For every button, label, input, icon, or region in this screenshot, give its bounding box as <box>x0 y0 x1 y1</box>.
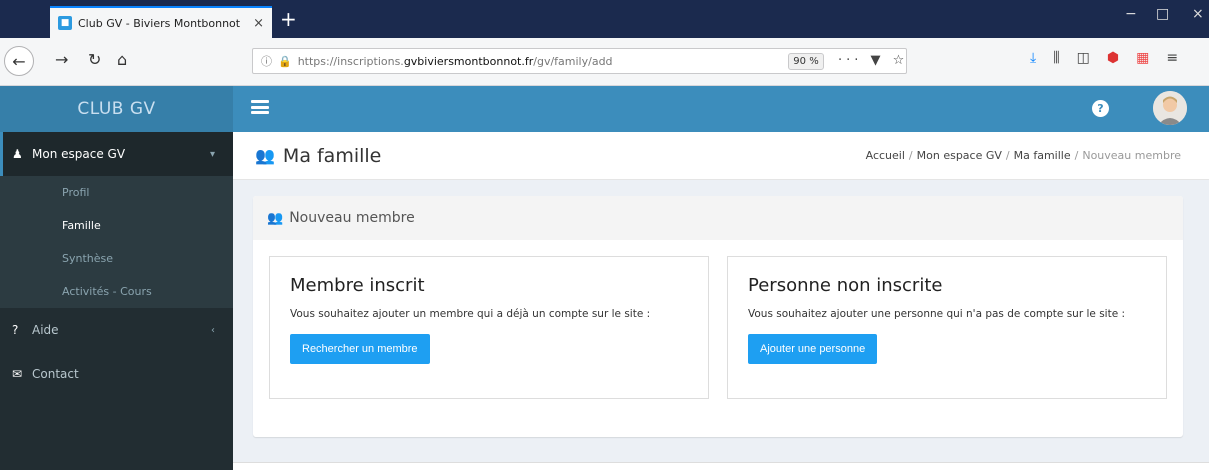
toolbar-icons: ⤓ ⫼ ◫ ⬢ ▦ ≡ <box>1030 50 1178 66</box>
url-bar[interactable]: ⓘ 🔒 https://inscriptions.gvbiviersmontbo… <box>252 48 907 74</box>
help-icon[interactable]: ? <box>1092 100 1109 117</box>
content-header: 👥 Ma famille Accueil / Mon espace GV / Ma fa… <box>233 132 1209 180</box>
box-title: Nouveau membre <box>289 210 415 226</box>
forward-arrow-icon[interactable]: → <box>55 50 68 69</box>
user-icon: ♟ <box>12 147 23 161</box>
close-tab-icon[interactable]: × <box>253 16 264 31</box>
lock-icon[interactable]: 🔒 <box>278 55 292 68</box>
browser-toolbar: ← → ↻ ⌂ ⓘ 🔒 https://inscriptions.gvbivie… <box>0 38 1209 86</box>
page-title-text: Ma famille <box>282 144 382 167</box>
users-icon: 👥 <box>267 210 284 226</box>
library-icon[interactable]: ⫼ <box>1053 50 1059 66</box>
breadcrumb-mon-espace[interactable]: Mon espace GV <box>917 149 1002 162</box>
hamburger-menu-icon[interactable] <box>251 100 269 114</box>
browser-titlebar: ■ Club GV - Biviers Montbonnot × + − □ × <box>0 0 1209 38</box>
footer <box>233 462 1209 470</box>
submenu-item-famille[interactable]: Famille <box>0 209 233 242</box>
breadcrumb-separator: / <box>1005 149 1010 162</box>
add-person-button[interactable]: Ajouter une personne <box>748 334 878 364</box>
page-actions-icon[interactable]: ··· ▼ ☆ <box>838 53 908 68</box>
avatar[interactable] <box>1153 91 1187 125</box>
submenu-item-activites[interactable]: Activités - Cours <box>0 275 233 308</box>
submenu-item-synthese[interactable]: Synthèse <box>0 242 233 275</box>
reload-icon[interactable]: ↻ <box>88 50 101 69</box>
unregistered-person-card: Personne non inscrite Vous souhaitez ajo… <box>727 256 1167 399</box>
page-title: 👥 Ma famille <box>255 145 381 167</box>
help-circle-icon: ? <box>12 323 19 337</box>
sidebar-item-label: Aide <box>32 323 59 337</box>
submenu-item-profil[interactable]: Profil <box>0 176 233 209</box>
sidebar-item-label: Mon espace GV <box>32 147 126 161</box>
users-icon: 👥 <box>255 146 275 165</box>
caret-left-icon: ‹ <box>211 324 215 336</box>
registered-member-card: Membre inscrit Vous souhaitez ajouter un… <box>269 256 709 399</box>
breadcrumb: Accueil / Mon espace GV / Ma famille / Nouveau… <box>866 149 1181 162</box>
sidebar-item-contact[interactable]: ✉ Contact <box>0 352 233 396</box>
submenu: Profil Famille Synthèse Activités - Cour… <box>0 176 233 308</box>
main-content: 👥 Ma famille Accueil / Mon espace GV / Ma fa… <box>233 132 1209 470</box>
browser-tab[interactable]: ■ Club GV - Biviers Montbonnot × <box>50 6 272 38</box>
sidebar-item-aide[interactable]: ? Aide ‹ <box>0 308 233 352</box>
sidebar-toggle-icon[interactable]: ◫ <box>1077 50 1090 66</box>
brand-logo[interactable]: CLUB GV <box>0 86 233 132</box>
extension-icon[interactable]: ▦ <box>1136 50 1149 66</box>
envelope-icon: ✉ <box>12 367 23 381</box>
breadcrumb-accueil[interactable]: Accueil <box>866 149 905 162</box>
url-text[interactable]: https://inscriptions.gvbiviersmontbonnot… <box>298 55 613 68</box>
maximize-icon[interactable]: □ <box>1156 6 1169 22</box>
box-header: 👥 Nouveau membre <box>253 196 1183 240</box>
minimize-icon[interactable]: − <box>1125 6 1137 22</box>
back-arrow-icon[interactable]: ← <box>4 46 34 76</box>
info-icon[interactable]: ⓘ <box>261 53 272 69</box>
new-member-box: 👥 Nouveau membre Membre inscrit Vous sou… <box>253 196 1183 437</box>
home-icon[interactable]: ⌂ <box>117 50 127 69</box>
sidebar: CLUB GV ♟ Mon espace GV ▾ Profil Famille… <box>0 86 233 470</box>
card-text: Vous souhaitez ajouter une personne qui … <box>748 308 1126 320</box>
sidebar-item-mon-espace[interactable]: ♟ Mon espace GV ▾ <box>0 132 233 176</box>
breadcrumb-current: Nouveau membre <box>1082 149 1181 162</box>
close-window-icon[interactable]: × <box>1192 6 1204 22</box>
search-member-button[interactable]: Rechercher un membre <box>290 334 430 364</box>
breadcrumb-separator: / <box>1074 149 1079 162</box>
club-favicon-icon: ■ <box>58 16 72 30</box>
zoom-indicator[interactable]: 90 % <box>788 53 824 70</box>
card-text: Vous souhaitez ajouter un membre qui a d… <box>290 308 651 320</box>
menu-icon[interactable]: ≡ <box>1166 50 1178 66</box>
breadcrumb-ma-famille[interactable]: Ma famille <box>1014 149 1071 162</box>
breadcrumb-separator: / <box>908 149 913 162</box>
adblock-icon[interactable]: ⬢ <box>1107 50 1119 66</box>
download-icon[interactable]: ⤓ <box>1030 50 1036 66</box>
new-tab-button[interactable]: + <box>280 9 297 29</box>
card-title: Personne non inscrite <box>748 275 943 296</box>
card-title: Membre inscrit <box>290 275 425 296</box>
tab-title: Club GV - Biviers Montbonnot <box>78 16 241 30</box>
caret-down-icon: ▾ <box>209 148 215 160</box>
top-navbar: ? <box>233 86 1209 132</box>
sidebar-item-label: Contact <box>32 367 79 381</box>
